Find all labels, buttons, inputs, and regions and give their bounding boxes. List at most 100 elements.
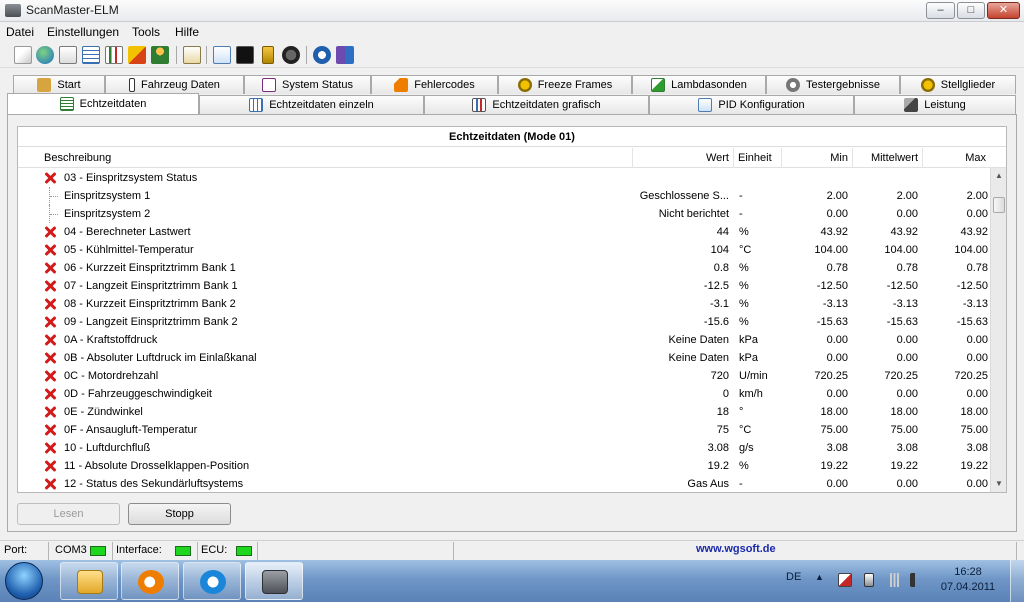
row-min: 3.08 [826, 442, 848, 454]
tab-pid-konfiguration[interactable]: PID Konfiguration [649, 95, 854, 114]
row-description: 06 - Kurzzeit Einspritztrimm Bank 1 [64, 262, 236, 274]
tab-lambdasonden[interactable]: Lambdasonden [632, 75, 766, 94]
tab-leistung[interactable]: Leistung [854, 95, 1016, 114]
tab-fahrzeug-daten[interactable]: Fahrzeug Daten [105, 75, 244, 94]
table-row[interactable]: 04 - Berechneter Lastwert 44% 43.92 43.92 43… [18, 223, 990, 241]
table-row[interactable]: 0C - Motordrehzahl 720 U/min 720.25 720.25 72… [18, 367, 990, 385]
row-description: Einspritzsystem 1 [64, 190, 151, 202]
volume-icon[interactable] [910, 573, 924, 587]
table-row[interactable]: Einspritzsystem 1 Geschlossene S... - 2.00 2… [18, 187, 990, 205]
battery-icon[interactable] [864, 573, 874, 587]
row-value: Keine Daten [668, 352, 729, 364]
tab-echtzeitdaten-grafisch[interactable]: Echtzeitdaten grafisch [424, 95, 649, 114]
lesen-button[interactable]: Lesen [17, 503, 120, 525]
table-row[interactable]: 07 - Langzeit Einspritztrimm Bank 1 -12.5… [18, 277, 990, 295]
monitor-icon[interactable] [213, 46, 231, 64]
toolbar-separator [306, 46, 307, 64]
taskbar-scanmaster[interactable] [245, 562, 303, 600]
interface-led [175, 546, 191, 556]
tab-fehlercodes[interactable]: Fehlercodes [371, 75, 498, 94]
table-row[interactable]: 0D - Fahrzeuggeschwindigkeit 0 km/h 0.00 0.0… [18, 385, 990, 403]
performance-icon [904, 98, 919, 112]
row-description: 0F - Ansaugluft-Temperatur [64, 424, 198, 436]
col-max[interactable]: Max [922, 148, 990, 168]
stop-icon[interactable] [282, 46, 300, 64]
tab-echtzeitdaten[interactable]: Echtzeitdaten [7, 93, 199, 114]
table-row[interactable]: 11 - Absolute Drosselklappen-Position 19.… [18, 457, 990, 475]
tray-language[interactable]: DE [786, 571, 801, 583]
row-unit: ° [739, 406, 744, 418]
row-min [781, 169, 848, 187]
network-icon[interactable] [887, 573, 901, 587]
globe-icon[interactable] [36, 46, 54, 64]
clock-date: 07.04.2011 [940, 581, 996, 593]
user-icon[interactable] [151, 46, 169, 64]
table-row[interactable]: 12 - Status des Sekundärluftsystems Gas A… [18, 475, 990, 492]
close-button[interactable]: ✕ [987, 2, 1020, 19]
table-row[interactable]: 06 - Kurzzeit Einspritztrimm Bank 1 0.8% 0… [18, 259, 990, 277]
table-row[interactable]: 09 - Langzeit Einspritztrimm Bank 2 -15.6… [18, 313, 990, 331]
menu-einstellungen[interactable]: Einstellungen [47, 25, 119, 39]
tab-start[interactable]: Start [13, 75, 105, 94]
stopp-button[interactable]: Stopp [128, 503, 231, 525]
scroll-thumb[interactable] [993, 197, 1005, 213]
error-x-icon [44, 460, 56, 472]
table-row[interactable]: 08 - Kurzzeit Einspritztrimm Bank 2 -3.1%… [18, 295, 990, 313]
table-row[interactable]: 0F - Ansaugluft-Temperatur 75 °C 75.00 75.00… [18, 421, 990, 439]
row-unit: - [739, 190, 743, 202]
info-icon[interactable] [313, 46, 331, 64]
row-value: Geschlossene S... [639, 190, 729, 202]
tab-system-status[interactable]: System Status [244, 75, 371, 94]
tab-freeze-frames[interactable]: Freeze Frames [498, 75, 632, 94]
menu-tools[interactable]: Tools [132, 25, 160, 39]
table-row[interactable]: 10 - Luftdurchfluß 3.08 g/s 3.08 3.08 3.08 [18, 439, 990, 457]
row-average: 0.00 [896, 334, 918, 346]
table-row[interactable]: 03 - Einspritzsystem Status [18, 169, 990, 187]
taskbar-media-player[interactable] [121, 562, 179, 600]
warning-icon [394, 78, 409, 92]
tab-stellglieder[interactable]: Stellglieder [900, 75, 1016, 94]
taskbar-explorer[interactable] [60, 562, 118, 600]
col-beschreibung[interactable]: Beschreibung [40, 148, 632, 168]
terminal-icon[interactable] [236, 46, 254, 64]
port-led [90, 546, 106, 556]
minimize-button[interactable]: – [926, 2, 955, 19]
row-average: 104.00 [884, 244, 918, 256]
scroll-up-icon[interactable]: ▲ [991, 168, 1006, 184]
chart-icon[interactable] [105, 46, 123, 64]
row-max: 0.00 [966, 352, 988, 364]
website-link[interactable]: www.wgsoft.de [696, 543, 776, 555]
main-panel: Echtzeitdaten (Mode 01) Beschreibung Wer… [7, 114, 1017, 532]
show-desktop-button[interactable] [1010, 560, 1024, 602]
table-row[interactable]: 0B - Absoluter Luftdruck im Einlaßkanal K… [18, 349, 990, 367]
exit-icon[interactable] [336, 46, 354, 64]
table-row[interactable]: 05 - Kühlmittel-Temperatur 104 °C 104.00 104… [18, 241, 990, 259]
vehicle-data-icon[interactable] [59, 46, 77, 64]
col-min[interactable]: Min [781, 148, 852, 168]
menu-hilfe[interactable]: Hilfe [175, 25, 199, 39]
taskbar-internet-explorer[interactable] [183, 562, 241, 600]
connect-icon[interactable] [14, 46, 32, 64]
scroll-down-icon[interactable]: ▼ [991, 476, 1006, 492]
table-row[interactable]: Einspritzsystem 2 Nicht berichtet - 0.00 0.0… [18, 205, 990, 223]
tray-clock[interactable]: 16:28 07.04.2011 [938, 565, 998, 595]
maximize-button[interactable]: □ [957, 2, 985, 19]
table-row[interactable]: 0A - Kraftstoffdruck Keine Daten kPa 0.00 0.… [18, 331, 990, 349]
freeze-frame-icon[interactable] [128, 46, 146, 64]
menu-datei[interactable]: Datei [6, 25, 34, 39]
table-icon[interactable] [82, 46, 100, 64]
tab-testergebnisse[interactable]: Testergebnisse [766, 75, 900, 94]
tray-expand-icon[interactable]: ▲ [815, 572, 824, 586]
clipboard-icon[interactable] [183, 46, 201, 64]
action-center-icon[interactable] [838, 573, 852, 587]
row-description: 07 - Langzeit Einspritztrimm Bank 1 [64, 280, 238, 292]
col-wert[interactable]: Wert [632, 148, 733, 168]
tab-echtzeitdaten-einzeln[interactable]: Echtzeitdaten einzeln [199, 95, 424, 114]
col-mittelwert[interactable]: Mittelwert [852, 148, 922, 168]
start-button[interactable] [5, 562, 43, 600]
vertical-scrollbar[interactable]: ▲ ▼ [990, 168, 1006, 492]
battery-icon[interactable] [262, 46, 274, 64]
table-row[interactable]: 0E - Zündwinkel 18 ° 18.00 18.00 18.00 [18, 403, 990, 421]
row-value: -15.6 [703, 316, 729, 328]
col-einheit[interactable]: Einheit [733, 148, 781, 168]
